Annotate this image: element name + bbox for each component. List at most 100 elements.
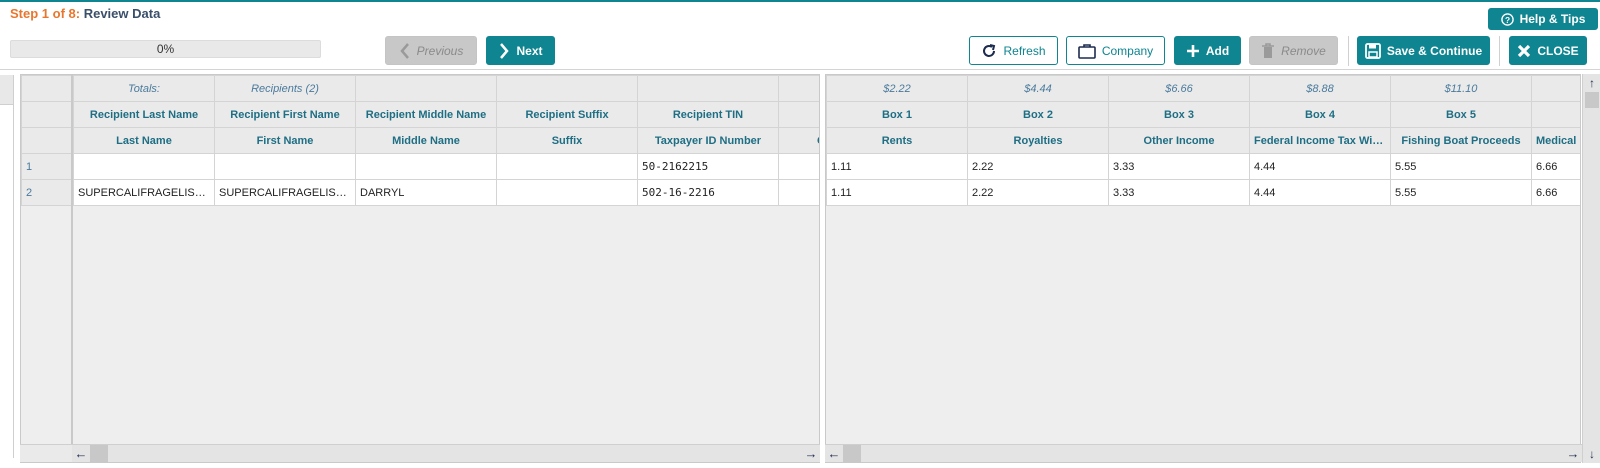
- company-button[interactable]: Company: [1066, 36, 1165, 65]
- column-header[interactable]: [1531, 101, 1580, 128]
- save-icon: [1364, 42, 1381, 59]
- page-title-text: Review Data: [83, 6, 161, 21]
- grid-cell[interactable]: [778, 179, 819, 206]
- toolbar-divider: [1348, 36, 1349, 66]
- scroll-corner: [20, 444, 72, 462]
- arrow-right-icon[interactable]: →: [802, 445, 820, 463]
- column-header-box-5[interactable]: Box 5: [1390, 101, 1532, 128]
- vertical-scrollbar[interactable]: ↑ ↓: [1582, 74, 1600, 463]
- grid-cell[interactable]: 4.44: [1249, 153, 1391, 180]
- column-subheader: Medical: [1531, 127, 1580, 154]
- grid-cell[interactable]: 6.66: [1531, 179, 1580, 206]
- total-cell: [778, 75, 819, 102]
- table-row[interactable]: 1.11 2.22 3.33 4.44 5.55 6.66: [826, 153, 1580, 180]
- total-cell: [637, 75, 779, 102]
- page-title: Step 1 of 8: Review Data: [10, 6, 160, 21]
- scrollbar-thumb[interactable]: [843, 444, 861, 463]
- column-header-box-2[interactable]: Box 2: [967, 101, 1109, 128]
- box-total: $2.22: [826, 75, 968, 102]
- right-horizontal-scrollbar[interactable]: ← →: [825, 444, 1582, 463]
- column-header-tin[interactable]: Recipient TIN: [637, 101, 779, 128]
- table-row[interactable]: 1.11 2.22 3.33 4.44 5.55 6.66: [826, 179, 1580, 206]
- progress-bar: 0%: [10, 40, 321, 58]
- column-header[interactable]: [778, 101, 819, 128]
- column-header-suffix[interactable]: Recipient Suffix: [496, 101, 638, 128]
- box-total: $8.88: [1249, 75, 1391, 102]
- remove-button[interactable]: Remove: [1249, 36, 1338, 65]
- trash-icon: [1262, 42, 1275, 58]
- previous-button[interactable]: Previous: [385, 36, 477, 65]
- table-row[interactable]: 50-2162215: [73, 153, 819, 180]
- row-number-column: 1 2: [20, 74, 72, 463]
- grid-cell[interactable]: [496, 179, 638, 206]
- question-circle-icon: ?: [1500, 12, 1514, 26]
- grid-cell[interactable]: [778, 153, 819, 180]
- box-total: $11.10: [1390, 75, 1532, 102]
- grid-cell[interactable]: [73, 153, 215, 180]
- grid-cell[interactable]: [355, 153, 497, 180]
- grid-cell[interactable]: 1.11: [826, 153, 968, 180]
- refresh-label: Refresh: [1003, 43, 1046, 58]
- column-subheader: Royalties: [967, 127, 1109, 154]
- next-button[interactable]: Next: [486, 36, 555, 65]
- arrow-up-icon[interactable]: ↑: [1583, 74, 1600, 92]
- column-header-middle-name[interactable]: Recipient Middle Name: [355, 101, 497, 128]
- column-subheader: First Name: [214, 127, 356, 154]
- column-header-first-name[interactable]: Recipient First Name: [214, 101, 356, 128]
- column-header-box-1[interactable]: Box 1: [826, 101, 968, 128]
- column-subheader: Rents: [826, 127, 968, 154]
- grid-cell[interactable]: 502-16-2216: [637, 179, 779, 206]
- close-label: CLOSE: [1537, 43, 1579, 58]
- column-header-box-3[interactable]: Box 3: [1108, 101, 1250, 128]
- scrollbar-thumb[interactable]: [90, 444, 108, 463]
- close-button[interactable]: CLOSE: [1509, 36, 1587, 65]
- help-tips-button[interactable]: ? Help & Tips: [1488, 8, 1598, 30]
- save-continue-button[interactable]: Save & Continue: [1357, 36, 1490, 65]
- grid-cell[interactable]: 3.33: [1108, 179, 1250, 206]
- grid-cell[interactable]: SUPERCALIFRAGELISTICEXPIALIDOCIOUS: [73, 179, 215, 206]
- grid-cell[interactable]: [214, 153, 356, 180]
- toolbar-divider: [1499, 36, 1500, 66]
- refresh-icon: [983, 43, 996, 57]
- grid-cell[interactable]: DARRYL: [355, 179, 497, 206]
- total-cell: [496, 75, 638, 102]
- arrow-down-icon[interactable]: ↓: [1583, 445, 1600, 463]
- arrow-left-icon[interactable]: ←: [825, 445, 843, 463]
- company-label: Company: [1101, 43, 1154, 58]
- next-label: Next: [516, 43, 543, 58]
- totals-label: Totals:: [73, 75, 215, 102]
- left-horizontal-scrollbar[interactable]: ← →: [72, 444, 820, 463]
- rownum-header: [21, 75, 71, 102]
- grid-cell[interactable]: SUPERCALIFRAGELISTICEXPIALIDOCIOUS: [214, 179, 356, 206]
- arrow-right-icon[interactable]: →: [1564, 445, 1582, 463]
- arrow-left-icon[interactable]: ←: [72, 445, 90, 463]
- table-row[interactable]: SUPERCALIFRAGELISTICEXPIALIDOCIOUS SUPER…: [73, 179, 819, 206]
- grid-cell[interactable]: 5.55: [1390, 179, 1532, 206]
- scrollbar-thumb[interactable]: [1585, 92, 1599, 108]
- grid-cell[interactable]: 4.44: [1249, 179, 1391, 206]
- refresh-button[interactable]: Refresh: [969, 36, 1058, 65]
- chevron-right-icon: [500, 42, 510, 59]
- row-number[interactable]: 2: [21, 179, 71, 206]
- chevron-left-icon: [400, 42, 409, 59]
- box-total: [1531, 75, 1580, 102]
- column-header-box-4[interactable]: Box 4: [1249, 101, 1391, 128]
- grid-cell[interactable]: 5.55: [1390, 153, 1532, 180]
- box-total: $6.66: [1108, 75, 1250, 102]
- grid-cell[interactable]: 3.33: [1108, 153, 1250, 180]
- right-data-grid: $2.22 $4.44 $6.66 $8.88 $11.10 Box 1 Box…: [825, 74, 1581, 463]
- column-header-last-name[interactable]: Recipient Last Name: [73, 101, 215, 128]
- previous-label: Previous: [416, 43, 464, 58]
- grid-cell[interactable]: 1.11: [826, 179, 968, 206]
- grid-cell[interactable]: [496, 153, 638, 180]
- grid-cell[interactable]: 50-2162215: [637, 153, 779, 180]
- grid-cell[interactable]: 2.22: [967, 179, 1109, 206]
- total-cell: [355, 75, 497, 102]
- grid-cell[interactable]: 2.22: [967, 153, 1109, 180]
- grid-cell[interactable]: 6.66: [1531, 153, 1580, 180]
- column-subheader: Last Name: [73, 127, 215, 154]
- svg-text:?: ?: [1505, 14, 1510, 24]
- add-button[interactable]: Add: [1174, 36, 1241, 65]
- row-number[interactable]: 1: [21, 153, 71, 180]
- left-panel-stub: [0, 75, 14, 458]
